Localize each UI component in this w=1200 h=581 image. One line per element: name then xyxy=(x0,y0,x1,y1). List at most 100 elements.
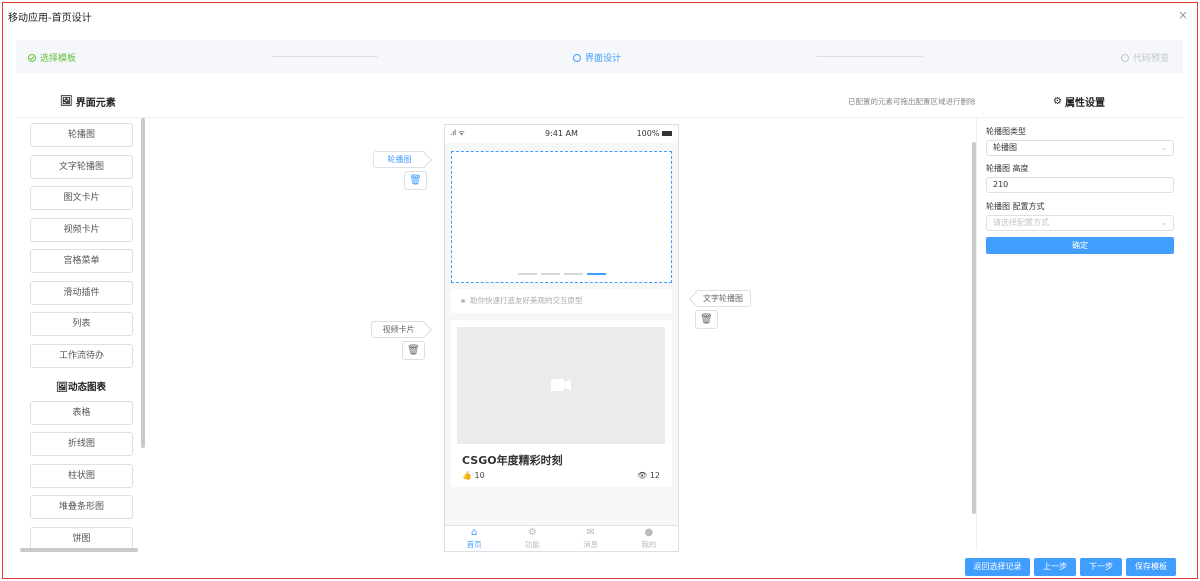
element-carousel[interactable]: 轮播图 xyxy=(30,123,133,147)
tab-label: 首页 xyxy=(466,540,482,549)
mail-icon: ✉ xyxy=(586,527,595,538)
carousel-dot-active[interactable] xyxy=(587,273,606,275)
tab-home[interactable]: ⌂ 首页 xyxy=(445,526,503,551)
drag-note: 已配置的元素可拖出配置区域进行删除 xyxy=(848,97,976,106)
element-slider[interactable]: 滑动插件 xyxy=(30,281,133,305)
image-icon: 🖼 xyxy=(55,382,69,393)
charts-header: 🖼动态图表 xyxy=(16,379,146,393)
left-scrollbar-horizontal[interactable] xyxy=(20,548,138,552)
text-carousel-block[interactable]: 助你快速打造友好美观的交互原型 xyxy=(451,289,672,313)
step-code-preview[interactable]: 代码预览 xyxy=(1120,51,1169,64)
properties-header: ⚙ 属性设置 xyxy=(1053,94,1105,109)
user-icon: ● xyxy=(644,527,654,538)
next-step-button[interactable]: 下一步 xyxy=(1080,558,1122,576)
tag-text-carousel[interactable]: 文字轮播图 xyxy=(695,290,751,307)
video-camera-icon xyxy=(551,379,571,391)
close-icon[interactable]: × xyxy=(1178,8,1188,22)
element-line-chart[interactable]: 折线图 xyxy=(30,432,133,456)
views: 👁 12 xyxy=(637,471,660,480)
circle-icon xyxy=(573,53,581,62)
step-ui-design[interactable]: 界面设计 xyxy=(573,51,621,64)
element-pie-chart[interactable]: 饼图 xyxy=(30,527,133,550)
carousel-indicators xyxy=(518,273,606,275)
tab-function[interactable]: ⚙ 功能 xyxy=(503,526,561,551)
charts-header-label: 动态图表 xyxy=(68,382,107,393)
battery-status: 100% xyxy=(637,129,672,138)
prev-step-button[interactable]: 上一步 xyxy=(1034,558,1076,576)
carousel-height-label: 轮播图 高度 xyxy=(986,164,1029,173)
tab-message[interactable]: ✉ 消息 xyxy=(562,526,620,551)
gear-icon: ⚙ xyxy=(1053,96,1062,107)
element-text-carousel[interactable]: 文字轮播图 xyxy=(30,155,133,179)
element-workflow-todo[interactable]: 工作流待办 xyxy=(30,344,133,368)
video-title: CSGO年度精彩时刻 xyxy=(462,454,563,467)
bullet-icon xyxy=(461,299,465,303)
step-label: 代码预览 xyxy=(1132,54,1169,64)
delete-video-card-icon[interactable]: 🗑 xyxy=(402,341,425,360)
thumbs-up-icon: 👍 xyxy=(462,471,472,480)
element-list-item[interactable]: 列表 xyxy=(30,312,133,336)
save-template-button[interactable]: 保存模板 xyxy=(1126,558,1176,576)
step-divider xyxy=(272,56,378,57)
delete-carousel-icon[interactable]: 🗑 xyxy=(404,171,427,190)
likes[interactable]: 👍 10 xyxy=(462,471,485,480)
carousel-dot[interactable] xyxy=(518,273,537,275)
element-stacked-bar[interactable]: 堆叠条形图 xyxy=(30,495,133,519)
status-bar: .ıl ᯤ 9:41 AM 100% xyxy=(445,125,678,143)
view-count: 12 xyxy=(649,471,660,480)
confirm-button[interactable]: 确定 xyxy=(986,237,1174,254)
eye-icon: 👁 xyxy=(637,471,648,480)
tab-me[interactable]: ● 我的 xyxy=(620,526,678,551)
carousel-config-select[interactable]: 请选择配置方式 ⌄ xyxy=(986,215,1174,231)
chevron-down-icon: ⌄ xyxy=(1160,143,1167,152)
image-icon: 🖼 xyxy=(60,96,73,107)
back-to-record-button[interactable]: 返回选择记录 xyxy=(965,558,1030,576)
carousel-config-placeholder: 请选择配置方式 xyxy=(993,218,1049,227)
battery-icon xyxy=(662,131,672,136)
step-label: 界面设计 xyxy=(585,54,622,64)
elements-header-label: 界面元素 xyxy=(75,98,116,109)
properties-header-label: 属性设置 xyxy=(1064,98,1105,109)
left-scrollbar-vertical[interactable] xyxy=(141,118,145,448)
elements-header: 🖼 界面元素 xyxy=(60,94,116,109)
delete-text-carousel-icon[interactable]: 🗑 xyxy=(695,310,718,329)
home-icon: ⌂ xyxy=(470,527,478,538)
video-card-block[interactable]: CSGO年度精彩时刻 👍 10 👁 12 xyxy=(451,320,672,487)
element-list: 轮播图 文字轮播图 图文卡片 视频卡片 宫格菜单 滑动插件 列表 工作流待办 🖼… xyxy=(16,118,146,550)
phone-tabbar: ⌂ 首页 ⚙ 功能 ✉ 消息 ● 我的 xyxy=(445,525,678,551)
tag-video-card[interactable]: 视频卡片 xyxy=(371,321,426,338)
tab-label: 功能 xyxy=(524,540,540,549)
carousel-height-input[interactable]: 210 xyxy=(986,177,1174,193)
carousel-block[interactable] xyxy=(451,151,672,283)
carousel-config-label: 轮播图 配置方式 xyxy=(986,202,1045,211)
step-label: 选择模板 xyxy=(40,54,77,64)
header-divider xyxy=(16,117,1183,118)
chevron-down-icon: ⌄ xyxy=(1160,218,1167,227)
tab-label: 消息 xyxy=(583,540,599,549)
carousel-dot[interactable] xyxy=(541,273,560,275)
video-thumbnail xyxy=(457,327,665,444)
like-count: 10 xyxy=(474,471,485,480)
element-bar-chart[interactable]: 柱状图 xyxy=(30,464,133,488)
carousel-type-value: 轮播图 xyxy=(993,143,1017,152)
tag-carousel[interactable]: 轮播图 xyxy=(373,151,426,168)
step-divider xyxy=(817,56,923,57)
text-carousel-text: 助你快速打造友好美观的交互原型 xyxy=(470,296,583,305)
check-circle-icon xyxy=(28,53,36,62)
element-image-card[interactable]: 图文卡片 xyxy=(30,186,133,210)
step-select-template[interactable]: 选择模板 xyxy=(28,51,76,64)
carousel-dot[interactable] xyxy=(564,273,583,275)
element-video-card[interactable]: 视频卡片 xyxy=(30,218,133,242)
window-title: 移动应用-首页设计 xyxy=(8,13,92,24)
element-grid-menu[interactable]: 宫格菜单 xyxy=(30,249,133,273)
tab-label: 我的 xyxy=(641,540,657,549)
step-bar: 选择模板 界面设计 代码预览 xyxy=(16,40,1183,73)
phone-preview: .ıl ᯤ 9:41 AM 100% 助你快速打造友好美观的交互原型 CSGO年… xyxy=(444,124,679,552)
carousel-type-select[interactable]: 轮播图 ⌄ xyxy=(986,140,1174,156)
gear-icon: ⚙ xyxy=(527,527,537,538)
battery-text: 100% xyxy=(636,129,660,138)
properties-divider xyxy=(976,118,977,550)
element-table[interactable]: 表格 xyxy=(30,401,133,425)
circle-icon xyxy=(1120,53,1129,62)
carousel-type-label: 轮播图类型 xyxy=(986,127,1026,136)
